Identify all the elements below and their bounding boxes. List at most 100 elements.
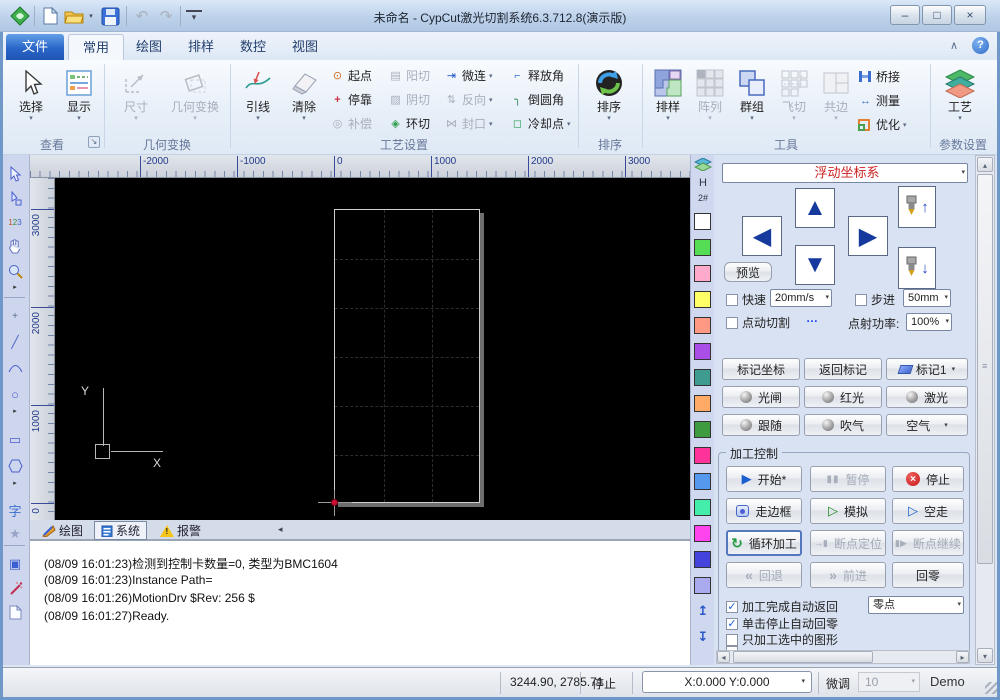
tab-nc[interactable]: 数控 [226, 34, 280, 60]
clear-button[interactable]: 清除 ▾ [282, 63, 326, 137]
preview-button[interactable]: 预览 [724, 262, 772, 282]
red-light-button[interactable]: 红光 [804, 386, 882, 408]
workpiece-rectangle[interactable] [334, 209, 480, 503]
jog-cut-checkbox[interactable]: 点动切割 [726, 314, 790, 331]
breakpoint-resume-button[interactable]: ▮▶ 断点继续 [892, 530, 964, 556]
simulate-button[interactable]: ▷ 模拟 [810, 498, 886, 524]
bring-front-icon[interactable]: ↥ [691, 603, 715, 619]
layer-color-swatch[interactable] [694, 239, 711, 256]
seal-button[interactable]: ⋈ 封口 ▾ [444, 113, 493, 134]
frame-button[interactable]: 走边框 [726, 498, 802, 524]
bridge-marker-icon[interactable]: H [691, 177, 715, 189]
female-cut-button[interactable]: ▨ 阴切 [388, 89, 430, 110]
go-zero-button[interactable]: 回零 [892, 562, 964, 588]
pause-button[interactable]: ▮▮ 暂停 [810, 466, 886, 492]
backward-button[interactable]: «回退 [726, 562, 802, 588]
mark-coord-button[interactable]: 标记坐标 [722, 358, 800, 380]
array-button[interactable]: 阵列 ▾ [690, 63, 730, 137]
fillet-button[interactable]: ╮ 倒圆角 [510, 89, 564, 110]
fine-tune-dropdown[interactable]: 10 ▾ [858, 672, 920, 692]
star-tool-icon[interactable]: ★ [4, 523, 26, 545]
loop-button[interactable]: ↻ 循环加工 [726, 530, 802, 556]
tab-alarm-messages[interactable]: ! 报警 [154, 521, 207, 540]
maximize-button[interactable]: □ [922, 5, 952, 25]
tab-drawing-messages[interactable]: 绘图 [36, 521, 89, 540]
combine-tool-icon[interactable]: ▣ [4, 553, 26, 575]
return-target-dropdown[interactable]: 零点 ▾ [868, 596, 964, 614]
panel-vscroll-thumb[interactable]: ≡ [977, 174, 993, 564]
follow-button[interactable]: 跟随 [722, 414, 800, 436]
jog-down-button[interactable]: ▼ [795, 245, 835, 285]
start-point-button[interactable]: ⊙ 起点 [330, 65, 372, 86]
micro-joint-button[interactable]: ⇥ 微连 ▾ [444, 65, 493, 86]
bridge-button[interactable]: 桥接 [858, 66, 900, 87]
common-edge-button[interactable]: 共边 ▾ [816, 63, 856, 137]
send-back-icon[interactable]: ↧ [691, 629, 715, 645]
help-icon[interactable]: ? [972, 37, 989, 54]
fast-checkbox[interactable]: 快速 [726, 291, 766, 308]
jog-right-button[interactable]: ▶ [848, 216, 888, 256]
layer-color-swatch[interactable] [694, 577, 711, 594]
tab-nest[interactable]: 排样 [174, 34, 228, 60]
select-tool-icon[interactable] [4, 163, 26, 185]
wand-tool-icon[interactable] [4, 577, 26, 599]
layer-color-swatch[interactable] [694, 317, 711, 334]
dry-run-button[interactable]: ▷ 空走 [892, 498, 964, 524]
tab-draw[interactable]: 绘图 [122, 34, 176, 60]
system-log[interactable]: (08/09 16:01:23)检测到控制卡数量=0, 类型为BMC1604 (… [30, 540, 690, 665]
panel-vscroll-up[interactable]: ▴ [977, 157, 993, 172]
transform-button[interactable]: 几何变换 ▾ [164, 63, 226, 137]
panel-hscroll-track[interactable]: ◂ ▸ [716, 650, 970, 664]
group-button[interactable]: 群组 ▾ [732, 63, 772, 137]
stop-auto-zero-checkbox[interactable]: ✓ 单击停止自动回零 [726, 615, 838, 632]
nozzle-up-button[interactable]: ↑ [898, 186, 936, 228]
lead-line-button[interactable]: 引线 ▾ [236, 63, 280, 137]
zoom-tool-icon[interactable] [4, 260, 26, 282]
flycut-button[interactable]: 飞切 ▾ [774, 63, 814, 137]
select-button[interactable]: 选择 ▾ [8, 63, 54, 137]
tab-home[interactable]: 常用 [68, 34, 125, 60]
start-button[interactable]: ▶ 开始* [726, 466, 802, 492]
minimize-button[interactable]: – [890, 5, 920, 25]
machine-position-dropdown[interactable]: X:0.000 Y:0.000 ▾ [642, 671, 812, 693]
panel-hscroll-right[interactable]: ▸ [956, 651, 969, 663]
rectangle-tool-icon[interactable]: ▭ [4, 429, 26, 451]
circle-tool-icon[interactable]: ○ [4, 383, 26, 405]
fast-speed-dropdown[interactable]: 20mm/s ▾ [770, 289, 832, 307]
jog-up-button[interactable]: ▲ [795, 188, 835, 228]
drawing-canvas[interactable]: Y X [55, 178, 690, 520]
compensate-button[interactable]: ◎ 补偿 [330, 113, 372, 134]
male-cut-button[interactable]: ▤ 阳切 [388, 65, 430, 86]
sequence-marker-icon[interactable]: 2# [691, 193, 715, 203]
layer-color-swatch[interactable] [694, 473, 711, 490]
sequence-number-tool-icon[interactable]: 123 [4, 211, 26, 233]
panel-vscroll-down[interactable]: ▾ [977, 648, 993, 663]
view-dialog-launcher-icon[interactable]: ↘ [88, 136, 100, 148]
layer-color-swatch[interactable] [694, 213, 711, 230]
reverse-button[interactable]: ⇅ 反向 ▾ [444, 89, 493, 110]
node-edit-tool-icon[interactable] [4, 187, 26, 209]
jog-left-button[interactable]: ◀ [742, 216, 782, 256]
layer-color-swatch[interactable] [694, 551, 711, 568]
coordinate-system-dropdown[interactable]: 浮动坐标系 ▾ [722, 163, 968, 183]
ring-cut-button[interactable]: ◈ 环切 [388, 113, 430, 134]
layer-color-swatch[interactable] [694, 343, 711, 360]
tab-system-messages[interactable]: 系统 [94, 521, 148, 540]
zoom-expand-arrow-icon[interactable]: ▸ [4, 281, 26, 293]
measure-button[interactable]: ↔ 测量 [858, 90, 900, 111]
shutter-button[interactable]: 光闸 [722, 386, 800, 408]
polygon-tool-icon[interactable] [4, 455, 26, 477]
ribbon-collapse-icon[interactable]: ∧ [950, 39, 958, 52]
forward-button[interactable]: » 前进 [810, 562, 886, 588]
sort-button[interactable]: 排序 ▾ [584, 63, 634, 137]
air-dropdown-button[interactable]: 空气 ▾ [886, 414, 968, 436]
tab-scroll-left-icon[interactable]: ◂ [278, 524, 283, 535]
layer-color-swatch[interactable] [694, 369, 711, 386]
layer-color-swatch[interactable] [694, 265, 711, 282]
breakpoint-locate-button[interactable]: →▮ 断点定位 [810, 530, 886, 556]
tab-view[interactable]: 视图 [278, 34, 332, 60]
panel-vscroll-track[interactable]: ▴ ≡ ▾ [975, 155, 995, 665]
layer-color-swatch[interactable] [694, 525, 711, 542]
jog-cut-settings-link[interactable]: … [806, 311, 818, 325]
laser-button[interactable]: 激光 [886, 386, 968, 408]
